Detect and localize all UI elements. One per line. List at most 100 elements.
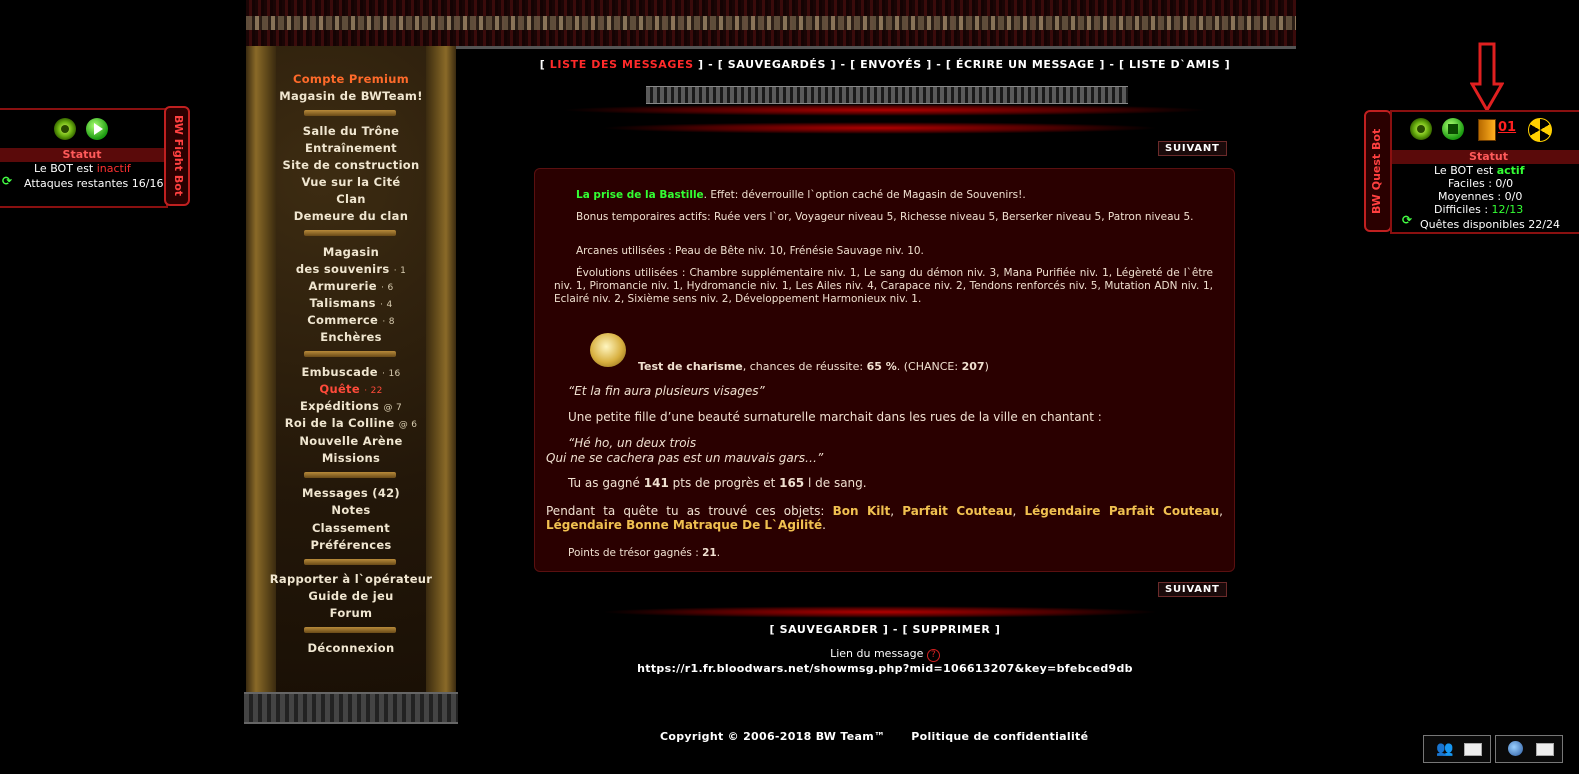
nav-label: Roi de la Colline [284, 416, 395, 430]
nav-guide[interactable]: Guide de jeu [246, 589, 456, 603]
nav-salle-trone[interactable]: Salle du Trône [246, 124, 456, 138]
red-divider [600, 606, 1160, 618]
nav-count: · 1 [393, 266, 407, 276]
quest-title: La prise de la Bastille [576, 189, 704, 201]
arcanes-text: Arcanes utilisées : Peau de Bête niv. 10… [576, 245, 924, 257]
nav-missions[interactable]: Missions [246, 451, 456, 465]
evolutions-text: Évolutions utilisées : Chambre supplémen… [554, 267, 1213, 305]
items-text: . [822, 518, 826, 532]
tab-ecrire[interactable]: ÉCRIRE UN MESSAGE [956, 58, 1095, 71]
nav-divider [304, 230, 396, 236]
nav-encheres[interactable]: Enchères [246, 330, 456, 344]
play-icon[interactable] [86, 118, 108, 140]
bot-state-label: Le BOT est [34, 162, 97, 175]
tab-liste-messages[interactable]: LISTE DES MESSAGES [550, 58, 694, 71]
world-mail-button[interactable] [1495, 735, 1563, 763]
fight-bot-panel: Statut Le BOT est inactif ⟳ Attaques res… [0, 108, 168, 208]
nav-label: Talismans [309, 296, 376, 310]
quest-bot-tab[interactable]: BW Quest Bot [1364, 110, 1392, 232]
settings-gear-icon[interactable] [1410, 118, 1432, 140]
suivant-button-bottom[interactable]: SUIVANT [1158, 582, 1227, 597]
nav-entrainement[interactable]: Entraînement [246, 141, 456, 155]
difficiles-label: Difficiles : [1434, 203, 1492, 216]
items-text: , [1219, 504, 1223, 518]
nav-talismans[interactable]: Talismans · 4 [246, 296, 456, 310]
nav-commerce[interactable]: Commerce · 8 [246, 313, 456, 327]
nav-label: Expéditions [300, 399, 380, 413]
fight-bot-tab[interactable]: BW Fight Bot [164, 106, 190, 206]
nav-rapporter[interactable]: Rapporter à l`opérateur [246, 572, 456, 586]
footer: Copyright © 2006-2018 BW Team™ Politique … [660, 730, 1088, 743]
door-icon[interactable] [1478, 119, 1496, 141]
nav-label: des souvenirs [295, 262, 390, 276]
nav-construction[interactable]: Site de construction [246, 158, 456, 172]
nav-notes[interactable]: Notes [246, 503, 456, 517]
bonus-text: Bonus temporaires actifs: Ruée vers l`or… [576, 211, 1194, 223]
test-text: , chances de réussite: [742, 360, 867, 373]
nav-classement[interactable]: Classement [246, 521, 456, 535]
tab-envoyes[interactable]: ENVOYÉS [860, 58, 922, 71]
link-label: Lien du message [830, 647, 924, 660]
quote-two-a: “Hé ho, un deux trois [568, 436, 697, 450]
nav-embuscade[interactable]: Embuscade · 16 [246, 365, 456, 379]
nav-quete[interactable]: Quête · 22 [246, 382, 456, 396]
message-actions: [ SAUVEGARDER ] - [ SUPPRIMER ] [460, 623, 1310, 636]
nav-armurerie[interactable]: Armurerie · 6 [246, 279, 456, 293]
tab-sauvegardes[interactable]: SAUVEGARDÉS [728, 58, 826, 71]
nav-count: · 6 [381, 283, 394, 293]
quest-available: Quêtes disponibles 22/24 [1420, 218, 1560, 231]
test-text: ) [984, 360, 989, 373]
contacts-mail-button[interactable]: 👥 [1423, 735, 1491, 763]
settings-gear-icon[interactable] [54, 118, 76, 140]
radiation-icon[interactable] [1528, 118, 1552, 142]
refresh-icon[interactable]: ⟳ [1402, 213, 1412, 227]
quest-effect: . Effet: déverrouille l`option caché de … [703, 189, 1026, 201]
nav-arene[interactable]: Nouvelle Arène [246, 434, 456, 448]
items-found: Pendant ta quête tu as trouvé ces objets… [546, 504, 1223, 532]
story-text: Une petite fille d’une beauté surnaturel… [568, 410, 1102, 424]
nav-premium[interactable]: Compte Premium [246, 72, 456, 86]
item-link[interactable]: Légendaire Parfait Couteau [1024, 504, 1219, 518]
nav-preferences[interactable]: Préférences [246, 538, 456, 552]
charisma-icon [590, 333, 626, 367]
bot-state-value: actif [1496, 164, 1525, 177]
refresh-icon[interactable]: ⟳ [2, 174, 12, 188]
nav-forum[interactable]: Forum [246, 606, 456, 620]
nav-count: @ 6 [398, 420, 418, 430]
message-link-url[interactable]: https://r1.fr.bloodwars.net/showmsg.php?… [460, 662, 1310, 675]
tab-separator: ] - [ [693, 58, 728, 71]
nav-deconnexion[interactable]: Déconnexion [246, 641, 456, 655]
item-link[interactable]: Bon Kilt [833, 504, 891, 518]
item-link[interactable]: Légendaire Bonne Matraque De L`Agilité [546, 518, 822, 532]
people-icon: 👥 [1436, 741, 1454, 757]
quote-one: “Et la fin aura plusieurs visages” [568, 384, 765, 398]
help-icon[interactable]: ? [926, 649, 940, 662]
test-percent: 65 % [866, 360, 897, 373]
delete-button[interactable]: SUPPRIMER [913, 623, 991, 636]
stop-icon[interactable] [1442, 118, 1464, 140]
save-button[interactable]: SAUVEGARDER [780, 623, 879, 636]
item-link[interactable]: Parfait Couteau [902, 504, 1012, 518]
suivant-button-top[interactable]: SUIVANT [1158, 141, 1227, 156]
gain-text: l de sang. [804, 476, 867, 490]
nav-count: · 22 [364, 386, 383, 396]
nav-messages[interactable]: Messages (42) [246, 486, 456, 500]
action-bracket: [ [769, 623, 780, 636]
top-banner [246, 0, 1296, 49]
nav-vue-cite[interactable]: Vue sur la Cité [246, 175, 456, 189]
nav-demeure-clan[interactable]: Demeure du clan [246, 209, 456, 223]
nav-shop-bwteam[interactable]: Magasin de BWTeam! [246, 89, 456, 103]
nav-divider [304, 559, 396, 565]
nav-divider [304, 110, 396, 116]
nav-magasin-souvenirs[interactable]: des souvenirs · 1 [246, 262, 456, 276]
privacy-link[interactable]: Politique de confidentialité [911, 730, 1088, 743]
tab-liste-amis[interactable]: LISTE D`AMIS [1129, 58, 1220, 71]
items-text: Pendant ta quête tu as trouvé ces objets… [546, 504, 833, 518]
nav-label: Commerce [307, 313, 379, 327]
nav-expeditions[interactable]: Expéditions @ 7 [246, 399, 456, 413]
tab-separator: ] - [ [826, 58, 861, 71]
nav-clan[interactable]: Clan [246, 192, 456, 206]
nav-magasin-line1[interactable]: Magasin [246, 245, 456, 259]
quest-status-title: Statut [1392, 150, 1579, 164]
nav-roi-colline[interactable]: Roi de la Colline @ 6 [246, 416, 456, 430]
